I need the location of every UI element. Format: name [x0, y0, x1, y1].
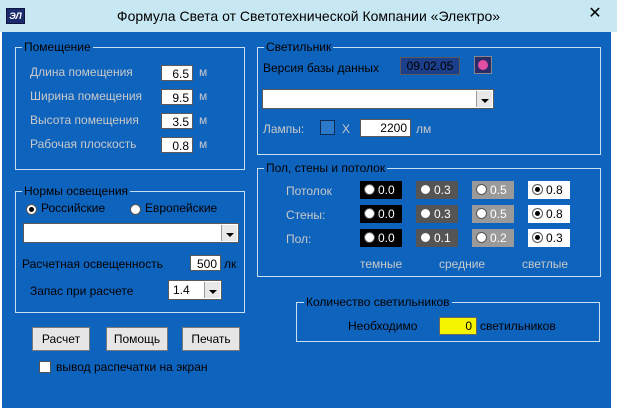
- lamps-label: Лампы:: [263, 122, 305, 136]
- reflectance-option-ceiling-3[interactable]: 0.8: [528, 181, 570, 199]
- reflectance-radio[interactable]: [532, 232, 543, 243]
- reflectance-radio[interactable]: [420, 208, 431, 219]
- lamps-count-box[interactable]: [320, 120, 335, 135]
- reflectance-option-floor-1[interactable]: 0.1: [416, 229, 458, 247]
- room-legend: Помещение: [22, 40, 93, 54]
- db-version-value: 09.02.05: [400, 57, 460, 75]
- print-preview-checkbox[interactable]: [39, 361, 51, 373]
- reflectance-option-walls-0[interactable]: 0.0: [360, 205, 402, 223]
- chevron-down-icon[interactable]: [476, 91, 492, 107]
- reflectance-option-floor-2[interactable]: 0.2: [472, 229, 514, 247]
- floor-label: Пол:: [286, 232, 312, 246]
- room-width-unit: м: [199, 89, 208, 103]
- reflectance-value: 0.8: [546, 183, 563, 197]
- reflectance-option-ceiling-0[interactable]: 0.0: [360, 181, 402, 199]
- window-title: Формула Света от Светотехнической Компан…: [116, 8, 501, 24]
- reflectance-value: 0.3: [434, 207, 451, 221]
- reflectance-radio[interactable]: [532, 184, 543, 195]
- reflectance-value: 0.0: [378, 207, 395, 221]
- app-window: ЭЛ Формула Света от Светотехнической Ком…: [0, 0, 617, 415]
- norms-european-label[interactable]: Европейские: [145, 200, 217, 216]
- reflectance-radio[interactable]: [420, 184, 431, 195]
- reflectance-radio[interactable]: [476, 232, 487, 243]
- reflectance-option-ceiling-1[interactable]: 0.3: [416, 181, 458, 199]
- reflectance-value: 0.5: [490, 183, 507, 197]
- chevron-down-icon[interactable]: [204, 282, 220, 298]
- database-refresh-icon[interactable]: [474, 56, 492, 74]
- reflectance-radio[interactable]: [364, 184, 375, 195]
- multiply-sign: X: [342, 122, 351, 136]
- room-width-input[interactable]: 9.5: [161, 89, 193, 105]
- norms-european-radio[interactable]: [130, 204, 141, 215]
- print-button[interactable]: Печать: [182, 327, 240, 351]
- chevron-down-icon[interactable]: [221, 225, 237, 241]
- luminaire-model-select[interactable]: [262, 89, 494, 109]
- reflectance-option-walls-3[interactable]: 0.8: [528, 205, 570, 223]
- norms-russian-radio[interactable]: [26, 204, 37, 215]
- reflectance-legend: Пол, стены и потолок: [264, 161, 388, 175]
- room-length-unit: м: [199, 65, 208, 79]
- reflectance-radio[interactable]: [364, 232, 375, 243]
- reflectance-value: 0.2: [490, 231, 507, 245]
- db-version-label: Версия базы данных: [263, 61, 380, 75]
- reflectance-option-floor-3[interactable]: 0.3: [528, 229, 570, 247]
- reflectance-radio[interactable]: [476, 184, 487, 195]
- count-legend: Количество светильников: [304, 295, 452, 309]
- count-value: 0: [439, 317, 477, 335]
- illuminance-unit: лк: [224, 257, 237, 271]
- lumens-unit: лм: [416, 122, 432, 136]
- norms-legend: Нормы освещения: [22, 184, 131, 198]
- reflectance-value: 0.0: [378, 183, 395, 197]
- illuminance-input[interactable]: 500: [190, 255, 221, 271]
- reflectance-option-ceiling-2[interactable]: 0.5: [472, 181, 514, 199]
- norms-russian-label[interactable]: Российские: [41, 200, 105, 216]
- room-height-label: Высота помещения: [30, 113, 139, 127]
- calculate-button[interactable]: Расчет: [32, 327, 90, 351]
- reflectance-radio[interactable]: [364, 208, 375, 219]
- illuminance-label: Расчетная освещенность: [22, 257, 163, 271]
- reflectance-radio[interactable]: [476, 208, 487, 219]
- work-plane-label: Рабочая плоскость: [30, 137, 137, 151]
- print-preview-label[interactable]: вывод распечатки на экран: [56, 359, 208, 375]
- reflectance-radio[interactable]: [420, 232, 431, 243]
- reflectance-value: 0.8: [546, 207, 563, 221]
- room-length-input[interactable]: 6.5: [161, 65, 193, 81]
- reflectance-option-floor-0[interactable]: 0.0: [360, 229, 402, 247]
- title-bar[interactable]: ЭЛ Формула Света от Светотехнической Ком…: [0, 0, 617, 32]
- ceiling-label: Потолок: [286, 184, 332, 198]
- reflectance-value: 0.3: [434, 183, 451, 197]
- room-length-label: Длина помещения: [30, 65, 133, 79]
- room-height-unit: м: [199, 113, 208, 127]
- help-button[interactable]: Помощь: [106, 327, 168, 351]
- close-button[interactable]: ✕: [575, 2, 615, 26]
- client-area: Помещение Длина помещения 6.5 м Ширина п…: [2, 32, 611, 408]
- norms-category-select[interactable]: [23, 223, 239, 243]
- work-plane-input[interactable]: 0.8: [161, 137, 193, 153]
- column-label-light: светлые: [522, 257, 569, 271]
- count-unit-label: светильников: [480, 319, 556, 333]
- reserve-label: Запас при расчете: [30, 284, 134, 298]
- reflectance-value: 0.5: [490, 207, 507, 221]
- column-label-dark: темные: [360, 257, 403, 271]
- reflectance-value: 0.0: [378, 231, 395, 245]
- reserve-select[interactable]: 1.4: [168, 280, 222, 300]
- column-label-mid: средние: [439, 257, 486, 271]
- count-needed-label: Необходимо: [348, 319, 418, 333]
- work-plane-unit: м: [199, 137, 208, 151]
- reflectance-radio[interactable]: [532, 208, 543, 219]
- walls-label: Стены:: [286, 208, 326, 222]
- reflectance-option-walls-2[interactable]: 0.5: [472, 205, 514, 223]
- room-height-input[interactable]: 3.5: [161, 113, 193, 129]
- luminaire-legend: Светильник: [264, 40, 334, 54]
- reflectance-option-walls-1[interactable]: 0.3: [416, 205, 458, 223]
- room-width-label: Ширина помещения: [30, 89, 143, 103]
- reserve-value: 1.4: [173, 283, 190, 297]
- reflectance-value: 0.1: [434, 231, 451, 245]
- lumens-input[interactable]: 2200: [360, 119, 411, 137]
- reflectance-value: 0.3: [546, 231, 563, 245]
